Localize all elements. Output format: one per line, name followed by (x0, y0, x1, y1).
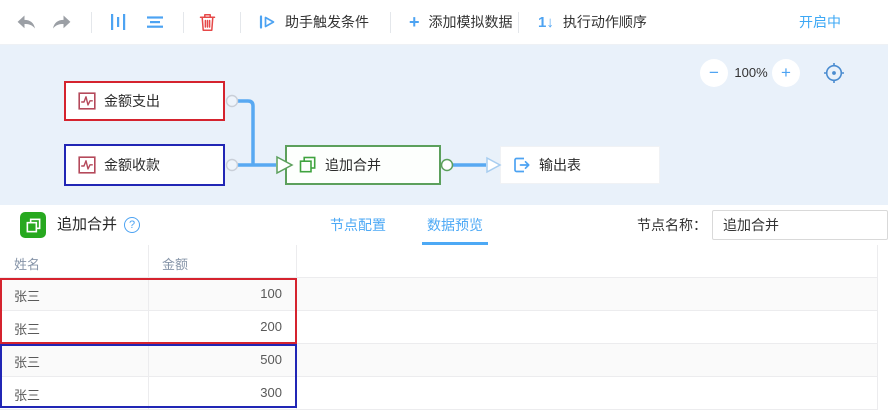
distribute-vertical-icon (146, 13, 164, 31)
flow-canvas[interactable]: 金额支出 金额收款 追加合并 输出表 − 100% (0, 45, 888, 205)
distribute-horizontal-icon (109, 13, 127, 31)
cell-amount: 100 (148, 286, 282, 301)
node-label: 追加合并 (325, 155, 381, 175)
dataset-icon (78, 92, 96, 110)
distribute-vertical-button[interactable] (146, 0, 164, 44)
node-name-input[interactable] (712, 210, 888, 240)
toolbar-divider (518, 12, 519, 33)
append-merge-icon (25, 217, 42, 234)
append-merge-icon (299, 156, 317, 174)
redo-icon (51, 14, 72, 30)
trigger-play-icon (259, 15, 276, 29)
table-row: 张三 500 (0, 344, 877, 377)
node-label: 金额支出 (104, 91, 160, 111)
minus-icon: − (709, 63, 719, 83)
order-icon: 1↓ (538, 14, 554, 31)
cell-amount: 300 (148, 385, 282, 400)
zoom-in-button[interactable]: + (772, 59, 800, 87)
redo-button[interactable] (51, 0, 72, 44)
toolbar-divider (183, 12, 184, 33)
output-port-expense (227, 96, 238, 107)
column-header-name: 姓名 (14, 254, 40, 273)
column-divider (296, 245, 297, 410)
output-port-income (227, 160, 238, 171)
data-preview-table: 姓名 金额 张三 100 张三 200 张三 500 张三 300 (0, 245, 888, 410)
cell-name: 张三 (14, 385, 40, 404)
node-merge[interactable]: 追加合并 (285, 145, 441, 185)
dataset-icon (78, 156, 96, 174)
action-order-label: 执行动作顺序 (563, 12, 647, 32)
assistant-trigger-button[interactable]: 助手触发条件 (259, 0, 369, 44)
assistant-trigger-label: 助手触发条件 (285, 12, 369, 32)
add-mock-data-button[interactable]: + 添加模拟数据 (409, 0, 513, 44)
table-right-border (877, 245, 878, 410)
table-row: 张三 200 (0, 311, 877, 344)
column-divider (148, 245, 149, 410)
node-name-label: 节点名称： (637, 205, 707, 245)
distribute-horizontal-button[interactable] (109, 0, 127, 44)
help-icon[interactable]: ? (124, 217, 140, 233)
tab-node-config[interactable]: 节点配置 (323, 205, 393, 245)
node-label: 金额收款 (104, 155, 160, 175)
output-table-icon (513, 157, 531, 173)
status-toggle[interactable]: 开启中 (799, 0, 841, 44)
undo-icon (16, 14, 37, 30)
output-port-merge (442, 160, 453, 171)
action-order-button[interactable]: 1↓ 执行动作顺序 (538, 0, 647, 44)
node-output[interactable]: 输出表 (500, 146, 660, 184)
merge-node-badge (20, 212, 46, 238)
plus-icon: + (409, 12, 420, 33)
wire-expense-to-merge (238, 101, 253, 165)
cell-amount: 500 (148, 352, 282, 367)
cell-name: 张三 (14, 352, 40, 371)
cell-name: 张三 (14, 319, 40, 338)
tab-data-preview[interactable]: 数据预览 (420, 205, 490, 245)
zoom-out-button[interactable]: − (700, 59, 728, 87)
toolbar-divider (91, 12, 92, 33)
toolbar-divider (390, 12, 391, 33)
node-expense[interactable]: 金额支出 (64, 81, 225, 121)
trash-icon (199, 13, 216, 32)
zoom-level: 100% (731, 59, 771, 87)
cell-amount: 200 (148, 319, 282, 334)
cell-name: 张三 (14, 286, 40, 305)
node-label: 输出表 (539, 155, 581, 175)
plus-icon: + (781, 63, 791, 83)
delete-button[interactable] (199, 0, 216, 44)
table-row: 张三 300 (0, 377, 877, 410)
node-income[interactable]: 金额收款 (64, 144, 225, 186)
table-row: 张三 100 (0, 278, 877, 311)
toolbar-divider (240, 12, 241, 33)
node-panel-header: 追加合并 ? 节点配置 数据预览 节点名称： (0, 205, 888, 245)
toolbar: 助手触发条件 + 添加模拟数据 1↓ 执行动作顺序 开启中 (0, 0, 888, 45)
crosshair-icon (823, 62, 845, 84)
add-mock-data-label: 添加模拟数据 (429, 12, 513, 32)
input-arrow-output (487, 158, 500, 172)
undo-button[interactable] (16, 0, 37, 44)
locate-center-button[interactable] (823, 62, 845, 84)
panel-title: 追加合并 (57, 205, 117, 245)
column-header-amount: 金额 (162, 254, 188, 273)
